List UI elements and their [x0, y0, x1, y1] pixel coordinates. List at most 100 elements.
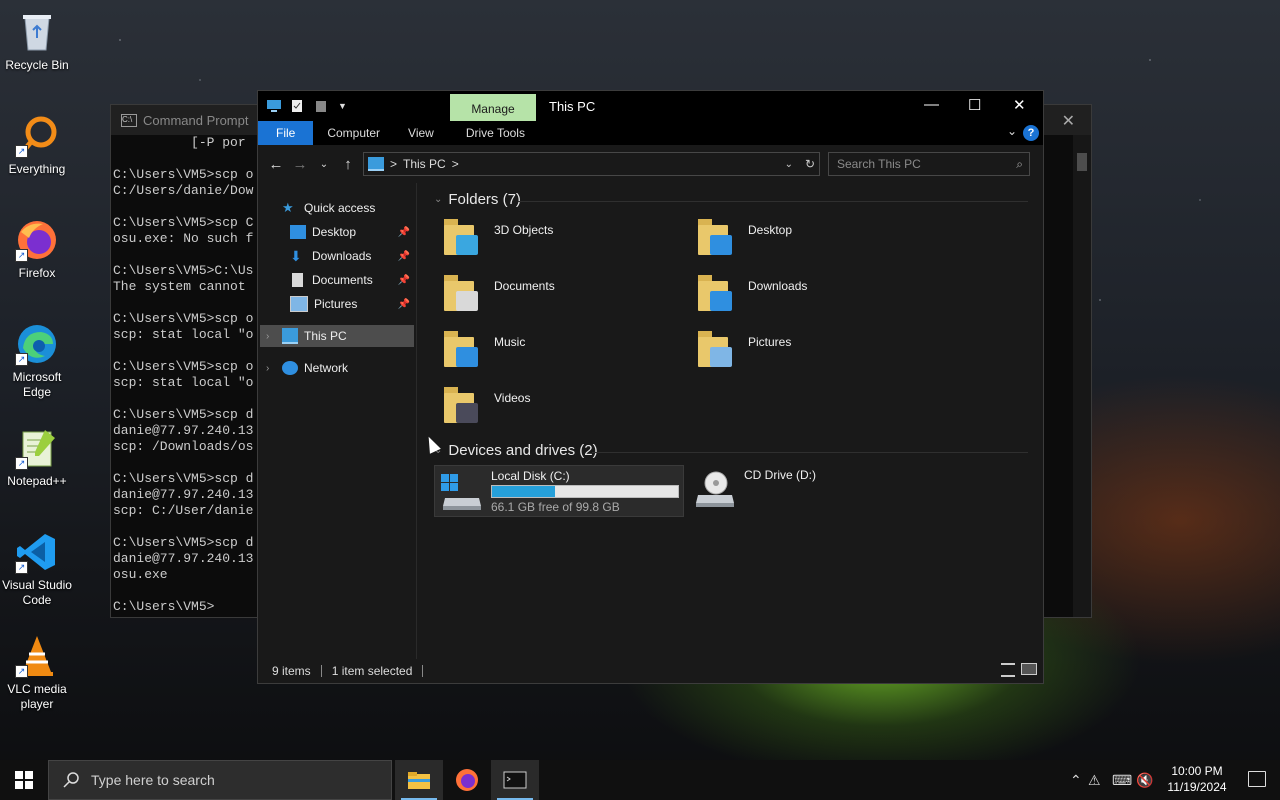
firefox-icon: [456, 769, 478, 791]
properties-icon[interactable]: [290, 99, 304, 113]
folder-item[interactable]: Pictures: [692, 325, 942, 377]
breadcrumb-this-pc[interactable]: This PC: [403, 157, 446, 171]
pin-icon[interactable]: 📌: [398, 299, 410, 310]
nav-item-network[interactable]: › Network: [260, 357, 414, 379]
desktop-icon-label: VLC media player: [7, 682, 67, 711]
nav-item-desktop[interactable]: Desktop 📌: [290, 221, 414, 243]
address-bar[interactable]: > This PC > ⌄ ↻: [363, 152, 820, 176]
window-title: This PC: [549, 99, 596, 114]
minimize-icon[interactable]: —: [924, 96, 939, 113]
desktop-icon-edge[interactable]: ↗ Microsoft Edge: [0, 316, 74, 400]
up-arrow-icon[interactable]: ↑: [336, 156, 360, 173]
desktop-icon-vscode[interactable]: ↗ Visual Studio Code: [0, 524, 74, 608]
folder-overlay: [710, 235, 732, 255]
desktop-icon-firefox[interactable]: ↗ Firefox: [0, 212, 74, 281]
new-folder-icon[interactable]: [314, 99, 328, 113]
chevron-right-icon[interactable]: ›: [266, 363, 269, 374]
folder-item[interactable]: 3D Objects: [438, 213, 688, 265]
drive-free-space: 66.1 GB free of 99.8 GB: [491, 500, 620, 514]
large-icons-view-icon[interactable]: [1021, 663, 1037, 675]
windows-drive-icon: [441, 474, 481, 510]
desktop-icon-label: Visual Studio Code: [2, 578, 72, 607]
cmd-scrollbar[interactable]: [1073, 135, 1091, 617]
folder-item[interactable]: Videos: [438, 381, 688, 433]
back-arrow-icon[interactable]: ←: [264, 156, 288, 173]
drive-name: CD Drive (D:): [744, 468, 816, 482]
folder-overlay: [456, 235, 478, 255]
clock-date: 11/19/2024: [1167, 780, 1227, 794]
folder-item[interactable]: Downloads: [692, 269, 942, 321]
file-explorer-window[interactable]: ▼ Manage This PC — ☐ ✕ File Computer Vie…: [257, 90, 1044, 684]
close-icon[interactable]: ✕: [1062, 111, 1075, 131]
chevron-down-icon: ⌄: [434, 194, 443, 205]
desktop-icon-vlc[interactable]: ↗ VLC media player: [0, 628, 74, 712]
cmd-title-text: Command Prompt: [143, 112, 249, 128]
shortcut-arrow-icon: ↗: [15, 561, 28, 574]
desktop-icon-recycle-bin[interactable]: Recycle Bin: [0, 4, 74, 73]
command-prompt-icon: [503, 771, 527, 789]
tab-drive-tools[interactable]: Drive Tools: [452, 121, 539, 145]
chevron-up-icon[interactable]: ⌃: [1070, 772, 1088, 789]
folder-item[interactable]: Documents: [438, 269, 688, 321]
address-dropdown-icon[interactable]: ⌄: [785, 159, 793, 170]
desktop-folder-icon: [290, 225, 306, 239]
address-bar-row: ← → ⌄ ↑ > This PC > ⌄ ↻ Search This PC ⌕: [258, 145, 1043, 183]
taskbar-clock[interactable]: 10:00 PM 11/19/2024: [1162, 763, 1232, 795]
pin-icon[interactable]: 📌: [398, 251, 410, 262]
explorer-titlebar[interactable]: ▼ Manage This PC — ☐ ✕: [258, 91, 1043, 121]
drive-cd-d[interactable]: CD Drive (D:): [688, 465, 936, 515]
pictures-icon: [290, 296, 308, 312]
nav-item-documents[interactable]: Documents 📌: [290, 269, 414, 291]
nav-label: This PC: [304, 329, 347, 343]
file-explorer-icon: [408, 772, 430, 789]
desktop-icon-label: Firefox: [18, 266, 56, 280]
taskbar-command-prompt[interactable]: [491, 760, 539, 800]
pin-icon[interactable]: 📌: [398, 275, 410, 286]
taskbar-firefox[interactable]: [443, 760, 491, 800]
taskbar-file-explorer[interactable]: [395, 760, 443, 800]
navigation-pane[interactable]: ★ Quick access Desktop 📌 ⬇ Downloads 📌 D…: [258, 183, 417, 659]
taskbar-search-input[interactable]: Type here to search: [48, 760, 392, 800]
notifications-icon[interactable]: [1248, 771, 1266, 787]
forward-arrow-icon[interactable]: →: [288, 156, 312, 173]
folder-item[interactable]: Desktop: [692, 213, 942, 265]
chevron-down-icon[interactable]: ▼: [338, 99, 352, 113]
nav-item-quick-access[interactable]: ★ Quick access: [282, 197, 414, 219]
drive-usage-bar: [491, 485, 679, 498]
search-input[interactable]: Search This PC ⌕: [828, 152, 1030, 176]
refresh-icon[interactable]: ↻: [805, 157, 815, 171]
nav-item-pictures[interactable]: Pictures 📌: [290, 293, 414, 315]
recent-locations-icon[interactable]: ⌄: [312, 159, 336, 170]
drive-local-disk-c[interactable]: Local Disk (C:) 66.1 GB free of 99.8 GB: [434, 465, 684, 517]
tab-computer[interactable]: Computer: [313, 121, 394, 145]
pin-icon[interactable]: 📌: [398, 227, 410, 238]
start-button[interactable]: [0, 760, 48, 800]
tab-view[interactable]: View: [394, 121, 448, 145]
address-separator[interactable]: >: [452, 157, 459, 171]
folder-item[interactable]: Music: [438, 325, 688, 377]
details-view-icon[interactable]: [1001, 663, 1015, 677]
drives-group-header[interactable]: ⌄ Devices and drives (2): [434, 442, 598, 459]
shortcut-arrow-icon: ↗: [15, 145, 28, 158]
close-icon[interactable]: ✕: [1013, 96, 1026, 114]
tab-manage[interactable]: Manage: [450, 94, 536, 121]
folder-name: 3D Objects: [494, 223, 554, 237]
folder-name: Desktop: [748, 223, 793, 237]
group-divider: [592, 452, 1028, 453]
desktop-icon-everything[interactable]: ↗ Everything: [0, 108, 74, 177]
maximize-icon[interactable]: ☐: [968, 96, 981, 114]
content-pane[interactable]: ⌄ Folders (7) 3D Objects Desktop Documents…: [426, 183, 1038, 659]
folders-group-header[interactable]: ⌄ Folders (7): [434, 191, 521, 208]
nav-item-downloads[interactable]: ⬇ Downloads 📌: [290, 245, 414, 267]
chevron-right-icon[interactable]: ›: [266, 331, 269, 342]
network-icon[interactable]: ⌨: [1112, 772, 1136, 789]
nav-label: Quick access: [304, 201, 376, 215]
security-icon[interactable]: ⚠: [1088, 772, 1112, 789]
help-icon[interactable]: ?: [1023, 125, 1039, 141]
desktop-icon-notepadpp[interactable]: ↗ Notepad++: [0, 420, 74, 489]
volume-muted-icon[interactable]: 🔇: [1136, 772, 1160, 789]
nav-item-this-pc[interactable]: › This PC: [260, 325, 414, 347]
expand-ribbon-icon[interactable]: ⌄: [1007, 124, 1017, 138]
tab-file[interactable]: File: [258, 121, 314, 145]
scrollbar-thumb[interactable]: [1077, 153, 1087, 171]
